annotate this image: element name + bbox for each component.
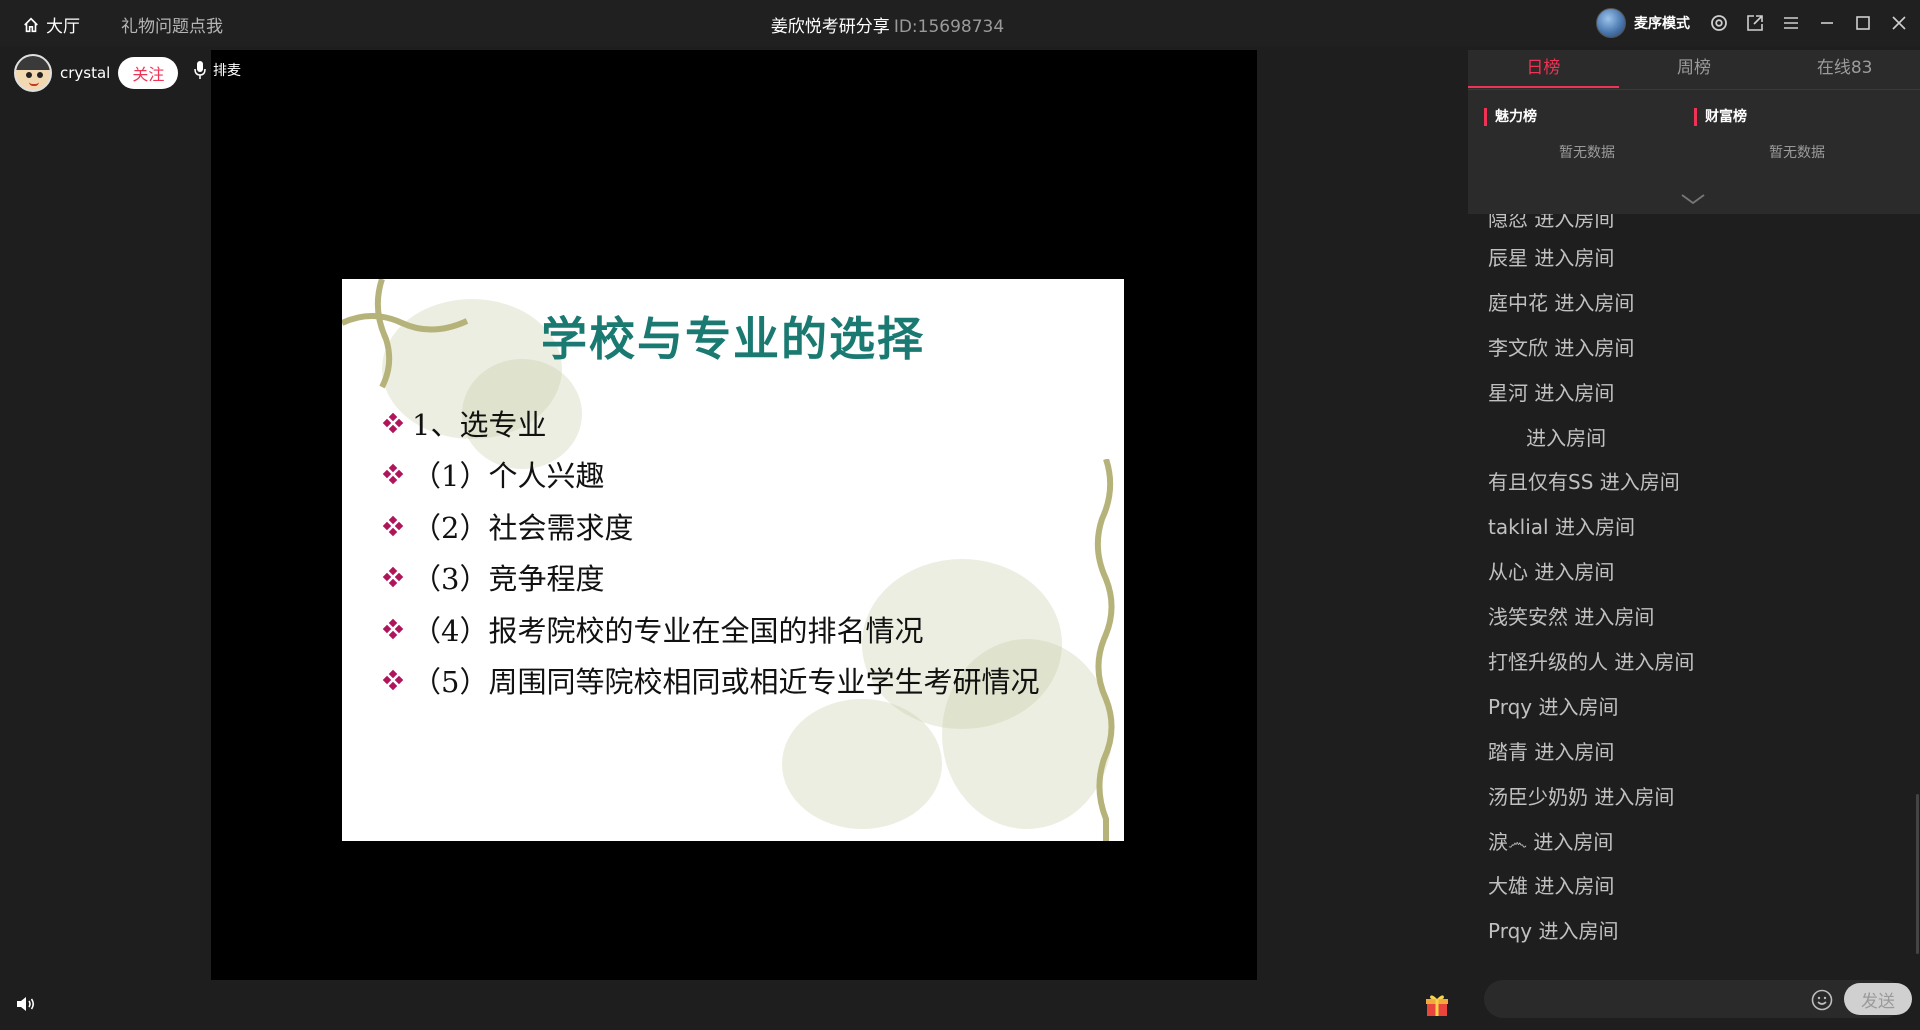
slide-item: （4）报考院校的专业在全国的排名情况 <box>382 603 1039 655</box>
chat-message: 汤臣少奶奶 进入房间 <box>1488 784 1675 809</box>
slide-item-text: （3）竞争程度 <box>412 562 605 597</box>
microphone-icon <box>194 61 206 79</box>
settings-icon[interactable] <box>1708 12 1730 34</box>
queue-mic-button[interactable]: 排麦 <box>193 60 241 80</box>
minimize-icon[interactable] <box>1816 12 1838 34</box>
user-avatar[interactable] <box>1596 8 1626 38</box>
slide-item: （1）个人兴趣 <box>382 449 1039 501</box>
anchor-name[interactable]: crystal <box>60 64 110 82</box>
gift-icon[interactable] <box>1424 992 1450 1018</box>
chat-input-bar[interactable]: 发送 <box>1484 980 1912 1018</box>
follow-button[interactable]: 关注 <box>118 57 179 89</box>
room-title: 姜欣悦考研分享 ID:15698734 <box>0 12 1775 37</box>
chat-message: Prqy 进入房间 <box>1488 919 1619 944</box>
tab-daily[interactable]: 日榜 <box>1468 50 1619 89</box>
chat-message: 星河 进入房间 <box>1488 380 1615 405</box>
rank-columns: 魅力榜 暂无数据 财富榜 暂无数据 <box>1468 90 1920 162</box>
close-icon[interactable] <box>1888 12 1910 34</box>
vine-decoration-right <box>1094 459 1115 841</box>
chat-message: taklial 进入房间 <box>1488 515 1635 540</box>
slide-item-text: 1、选专业 <box>412 407 547 442</box>
chat-message: 李文欣 进入房间 <box>1488 335 1635 360</box>
maximize-icon[interactable] <box>1852 12 1874 34</box>
wealth-rank-empty: 暂无数据 <box>1769 145 1825 161</box>
presentation-slide: 学校与专业的选择 1、选专业 （1）个人兴趣 （2）社会需求度 （3）竞争程度 … <box>342 279 1124 841</box>
wealth-rank: 财富榜 暂无数据 <box>1694 108 1904 162</box>
window-controls: 麦序模式 <box>1596 6 1910 40</box>
queue-label: 排麦 <box>213 63 241 79</box>
slide-item: （5）周围同等院校相同或相近专业学生考研情况 <box>382 655 1040 707</box>
chat-message-list[interactable]: 隐忍 进入房间 辰星 进入房间 庭中花 进入房间 李文欣 进入房间 星河 进入房… <box>1488 214 1908 1004</box>
rank-board: 日榜 周榜 在线83 魅力榜 暂无数据 财富榜 暂无数据 <box>1468 50 1920 214</box>
tab-online[interactable]: 在线83 <box>1769 50 1920 89</box>
menu-icon[interactable] <box>1780 12 1802 34</box>
chat-message: Prqy 进入房间 <box>1488 694 1619 719</box>
charm-rank-title: 魅力榜 <box>1484 108 1694 126</box>
tab-weekly[interactable]: 周榜 <box>1619 50 1770 89</box>
popout-icon[interactable] <box>1744 12 1766 34</box>
chat-message: 从心 进入房间 <box>1488 560 1615 585</box>
diamond-bullet-icon <box>382 618 404 639</box>
charm-rank-empty: 暂无数据 <box>1559 145 1615 161</box>
wealth-rank-title: 财富榜 <box>1694 108 1904 126</box>
side-panel: 日榜 周榜 在线83 魅力榜 暂无数据 财富榜 暂无数据 隐忍 进入房间 辰星 … <box>1468 46 1920 1030</box>
slide-bullet-list: 1、选专业 （1）个人兴趣 （2）社会需求度 （3）竞争程度 （4）报考院校的专… <box>382 397 1040 707</box>
diamond-bullet-icon <box>382 412 404 433</box>
emoji-icon[interactable] <box>1810 988 1834 1012</box>
slide-item: （3）竞争程度 <box>382 552 1039 604</box>
diamond-bullet-icon <box>382 515 404 536</box>
title-bar: 大厅 礼物问题点我 姜欣悦考研分享 ID:15698734 麦序模式 <box>0 0 1920 46</box>
chat-message: 淚෴ 进入房间 <box>1488 829 1614 854</box>
slide-item: （2）社会需求度 <box>382 500 1039 552</box>
chat-message: 踏青 进入房间 <box>1488 739 1615 764</box>
mic-mode-label[interactable]: 麦序模式 <box>1634 13 1690 33</box>
chat-message: 打怪升级的人 进入房间 <box>1488 650 1695 675</box>
chat-message: 大雄 进入房间 <box>1488 874 1615 899</box>
slide-item: 1、选专业 <box>382 397 1039 449</box>
anchor-info: crystal 关注 <box>14 54 179 92</box>
rank-tabs: 日榜 周榜 在线83 <box>1468 50 1920 90</box>
chat-message: 庭中花 进入房间 <box>1488 290 1635 315</box>
room-id: ID:15698734 <box>893 17 1005 37</box>
slide-item-text: （1）个人兴趣 <box>412 459 605 494</box>
chat-message: 隐忍 进入房间 <box>1488 214 1615 231</box>
diamond-bullet-icon <box>382 670 404 691</box>
chevron-down-icon[interactable] <box>1680 192 1706 206</box>
diamond-bullet-icon <box>382 464 404 485</box>
slide-title: 学校与专业的选择 <box>541 312 925 366</box>
slide-item-text: （2）社会需求度 <box>412 510 634 545</box>
chat-message: 进入房间 <box>1488 425 1607 450</box>
chat-message: 辰星 进入房间 <box>1488 246 1615 270</box>
diamond-bullet-icon <box>382 567 404 588</box>
room-name: 姜欣悦考研分享 <box>770 17 890 37</box>
chat-scrollbar[interactable] <box>1916 794 1919 954</box>
volume-icon[interactable] <box>14 992 38 1016</box>
slide-item-text: （5）周围同等院校相同或相近专业学生考研情况 <box>412 665 1040 700</box>
send-button[interactable]: 发送 <box>1844 983 1912 1015</box>
chat-message: 浅笑安然 进入房间 <box>1488 605 1655 630</box>
anchor-avatar[interactable] <box>14 54 52 92</box>
slide-item-text: （4）报考院校的专业在全国的排名情况 <box>412 613 924 648</box>
chat-message: 有且仅有SS 进入房间 <box>1488 470 1680 495</box>
stage-area: crystal 关注 排麦 学校与专业的选择 1、选专业 （1）个人兴趣 （2）… <box>0 46 1466 1030</box>
charm-rank: 魅力榜 暂无数据 <box>1484 108 1694 162</box>
